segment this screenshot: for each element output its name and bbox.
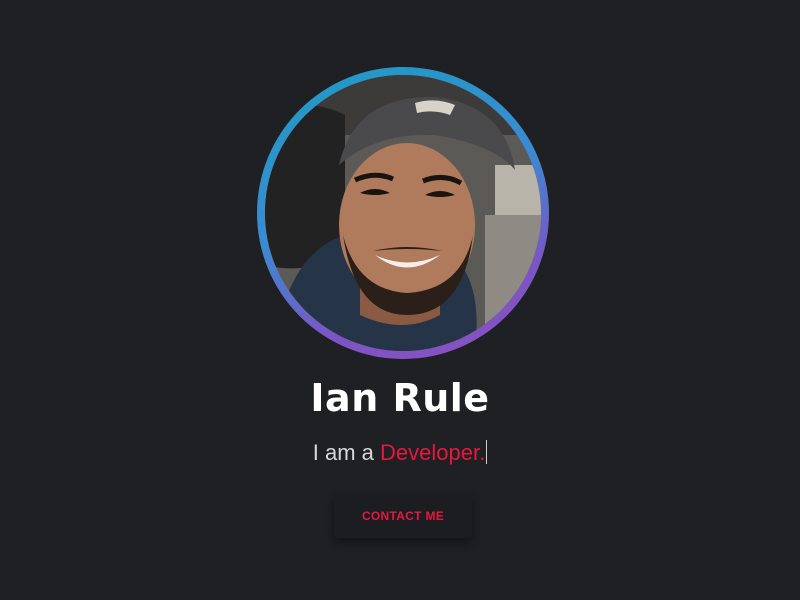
avatar-ring: [257, 67, 549, 359]
profile-photo-icon: [265, 75, 541, 351]
contact-me-button[interactable]: CONTACT ME: [334, 494, 472, 538]
avatar: [265, 75, 541, 351]
hero-section: Ian Rule I am a Developer. CONTACT ME: [0, 0, 800, 600]
typing-caret: [486, 440, 488, 464]
tagline-role: Developer.: [380, 440, 486, 465]
tagline: I am a Developer.: [0, 438, 800, 468]
tagline-prefix: I am a: [312, 440, 381, 465]
profile-name: Ian Rule: [310, 376, 490, 420]
